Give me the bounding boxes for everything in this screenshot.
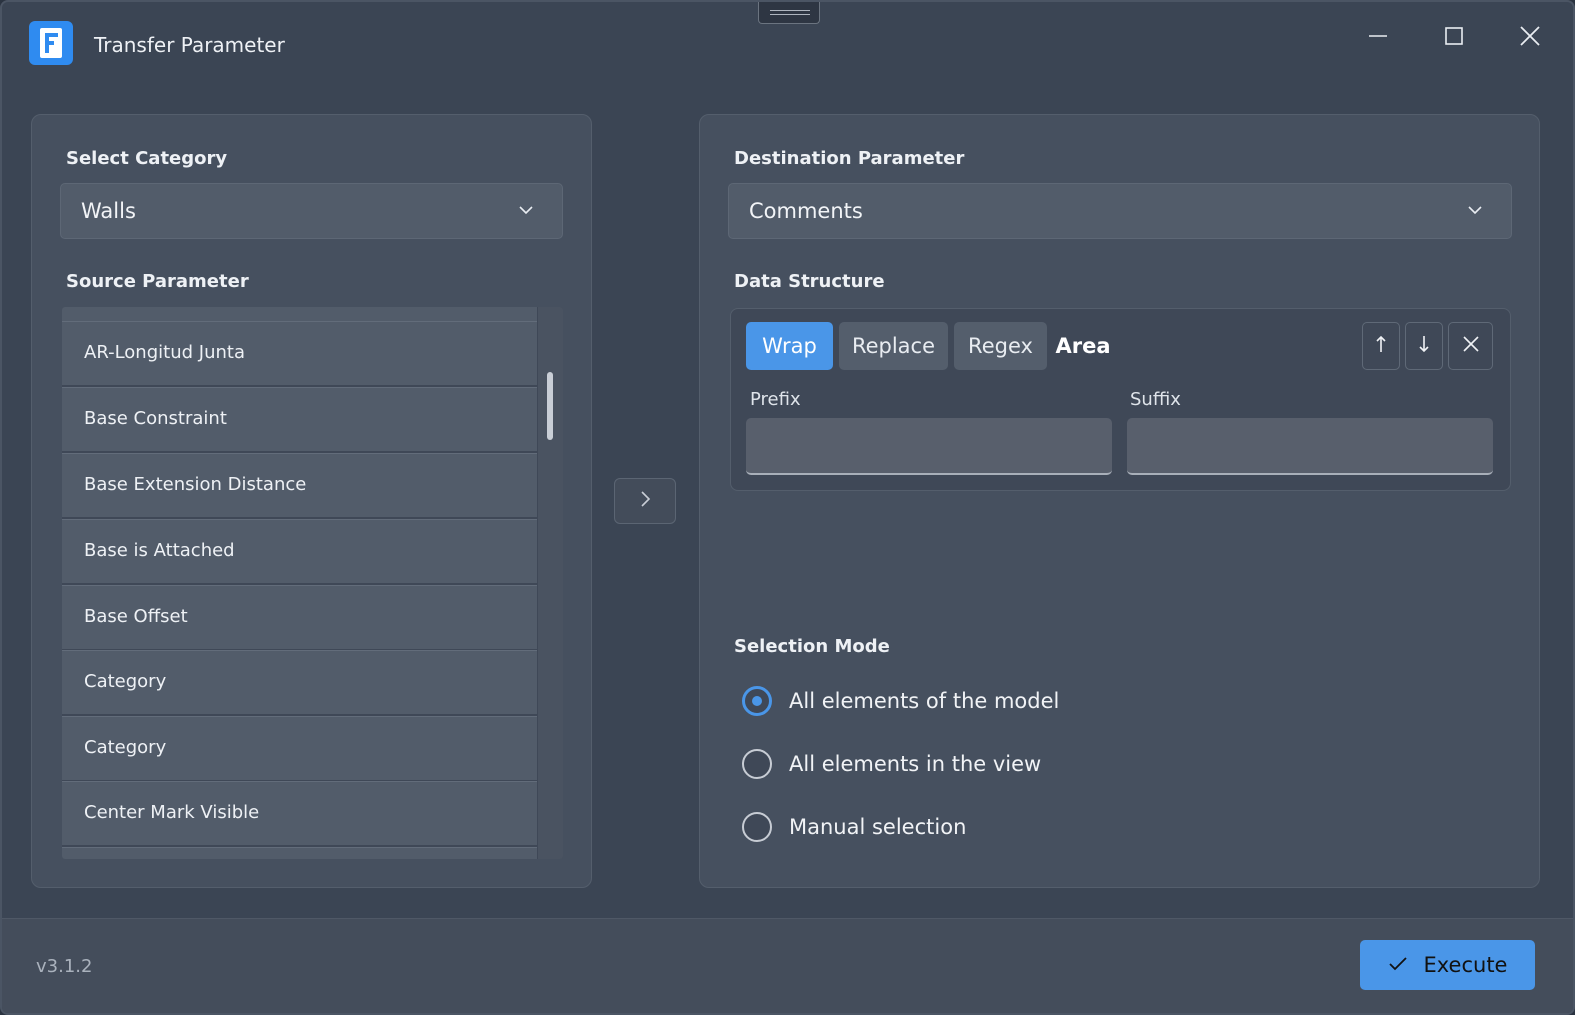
list-item[interactable]: Category [62, 650, 537, 714]
list-item[interactable]: Base Constraint [62, 387, 537, 451]
prefix-label: Prefix [750, 389, 801, 410]
radio-all-model[interactable]: All elements of the model [742, 683, 1059, 719]
close-icon [1519, 25, 1541, 51]
execute-label: Execute [1423, 953, 1508, 977]
move-up-button[interactable] [1362, 322, 1400, 370]
category-selected-value: Walls [81, 199, 136, 223]
tab-regex[interactable]: Regex [954, 322, 1047, 370]
destination-dropdown[interactable]: Comments [728, 183, 1512, 239]
footer-bar [2, 918, 1573, 1013]
radio-button[interactable] [742, 749, 772, 779]
source-parameter-label: Source Parameter [66, 271, 249, 292]
suffix-input[interactable] [1127, 418, 1493, 475]
prefix-input[interactable] [746, 418, 1112, 475]
maximize-button[interactable] [1430, 18, 1478, 58]
remove-structure-button[interactable] [1448, 322, 1493, 370]
version-label: v3.1.2 [36, 956, 93, 977]
list-item-label: Category [84, 737, 167, 758]
execute-button[interactable]: Execute [1360, 940, 1535, 990]
list-item[interactable] [62, 847, 537, 859]
close-button[interactable] [1506, 18, 1554, 58]
suffix-label: Suffix [1130, 389, 1181, 410]
list-scrollbar-thumb[interactable] [547, 372, 553, 440]
destination-selected-value: Comments [749, 199, 863, 223]
chevron-down-icon [518, 202, 534, 222]
list-item-label: Base Constraint [84, 408, 227, 429]
select-category-label: Select Category [66, 148, 228, 169]
list-item[interactable]: Category [62, 716, 537, 780]
window-title: Transfer Parameter [94, 33, 285, 57]
radio-label: All elements in the view [789, 752, 1042, 776]
list-item-label: Base Extension Distance [84, 474, 307, 495]
radio-manual[interactable]: Manual selection [742, 809, 966, 845]
list-item[interactable]: Base Offset [62, 585, 537, 649]
close-icon [1462, 335, 1480, 357]
drag-handle[interactable] [758, 2, 820, 24]
move-down-button[interactable] [1405, 322, 1443, 370]
list-item-label: Center Mark Visible [84, 802, 260, 823]
list-item[interactable] [62, 307, 537, 321]
list-item-label: Base is Attached [84, 540, 235, 561]
arrow-up-icon [1374, 334, 1388, 358]
list-item-label: Category [84, 671, 167, 692]
tab-area[interactable]: Area [1054, 322, 1112, 370]
chevron-down-icon [1467, 202, 1483, 222]
checkmark-icon [1388, 953, 1408, 977]
arrow-down-icon [1417, 334, 1431, 358]
radio-button[interactable] [742, 812, 772, 842]
radio-label: Manual selection [789, 815, 967, 839]
minimize-icon [1368, 26, 1388, 50]
source-parameter-list[interactable]: AR-Longitud Junta Base Constraint Base E… [62, 307, 563, 859]
maximize-icon [1444, 26, 1464, 50]
radio-button-checked[interactable] [742, 686, 772, 716]
list-item[interactable]: Base is Attached [62, 519, 537, 583]
tab-wrap[interactable]: Wrap [746, 322, 833, 370]
tab-replace[interactable]: Replace [839, 322, 948, 370]
list-item[interactable]: Center Mark Visible [62, 781, 537, 845]
category-dropdown[interactable]: Walls [60, 183, 563, 239]
list-item[interactable]: Base Extension Distance [62, 453, 537, 517]
data-structure-label: Data Structure [734, 271, 885, 292]
selection-mode-label: Selection Mode [734, 636, 890, 657]
transfer-parameter-window: Transfer Parameter Select Category Walls… [0, 0, 1575, 1015]
radio-label: All elements of the model [789, 689, 1060, 713]
transfer-button[interactable] [614, 478, 676, 524]
list-item-label: AR-Longitud Junta [84, 342, 245, 363]
minimize-button[interactable] [1354, 18, 1402, 58]
list-item[interactable]: AR-Longitud Junta [62, 321, 537, 385]
app-logo-icon [29, 21, 73, 65]
destination-parameter-label: Destination Parameter [734, 148, 965, 169]
chevron-right-icon [638, 490, 652, 512]
list-item-label: Base Offset [84, 606, 188, 627]
radio-all-view[interactable]: All elements in the view [742, 746, 1041, 782]
